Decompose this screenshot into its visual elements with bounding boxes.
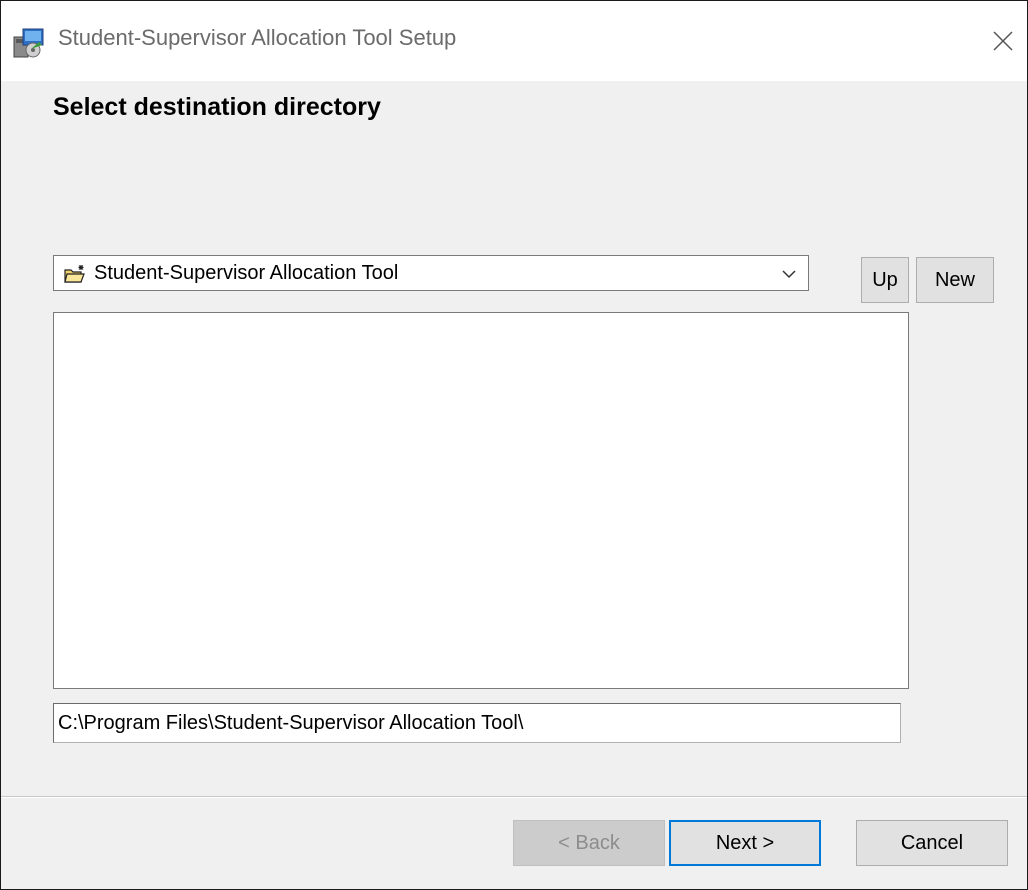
back-button: < Back [513, 820, 665, 866]
setup-dialog: Student-Supervisor Allocation Tool Setup… [0, 0, 1028, 890]
cancel-button[interactable]: Cancel [856, 820, 1008, 866]
close-button[interactable] [985, 23, 1021, 59]
window-title: Student-Supervisor Allocation Tool Setup [58, 25, 457, 50]
footer-divider [1, 796, 1027, 798]
destination-path-value: C:\Program Files\Student-Supervisor Allo… [58, 712, 524, 734]
directory-dropdown[interactable]: Student-Supervisor Allocation Tool [53, 255, 809, 291]
close-icon [993, 31, 1013, 51]
chevron-down-icon [781, 267, 797, 279]
page-heading: Select destination directory [53, 93, 381, 121]
folder-list[interactable] [53, 312, 909, 689]
destination-path-field[interactable]: C:\Program Files\Student-Supervisor Allo… [53, 703, 901, 743]
installer-icon [13, 25, 47, 59]
new-folder-icon [64, 264, 86, 284]
title-bar: Student-Supervisor Allocation Tool Setup [1, 1, 1027, 81]
new-folder-button[interactable]: New [916, 257, 994, 303]
directory-dropdown-value: Student-Supervisor Allocation Tool [94, 262, 399, 284]
next-button[interactable]: Next > [669, 820, 821, 866]
up-button[interactable]: Up [861, 257, 909, 303]
